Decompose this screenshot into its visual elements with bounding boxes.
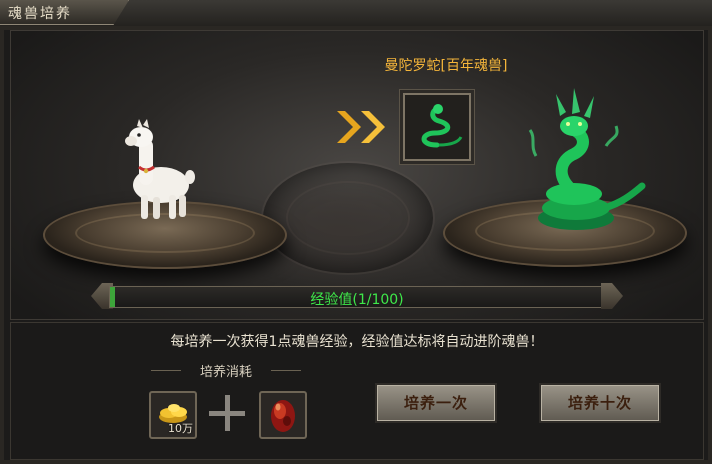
window-title: 魂兽培养: [8, 6, 72, 22]
plus-icon: [209, 395, 245, 431]
target-beast-portrait[interactable]: [403, 93, 471, 161]
cost-slot-egg[interactable]: [259, 391, 307, 439]
evolve-arrows-icon: [337, 111, 385, 143]
vortex-inner-decoration: [286, 181, 410, 255]
train-ten-times-button[interactable]: 培养十次: [539, 383, 661, 423]
snake-portrait-icon: [421, 104, 463, 148]
exp-bar-right-cap: [601, 283, 623, 309]
red-egg-icon: [271, 400, 295, 432]
gold-cost-quantity: 10万: [168, 422, 193, 435]
training-scene: 曼陀罗蛇[百年魂兽] 经验值(1/100): [10, 30, 704, 320]
cost-title-line-right: [271, 370, 301, 371]
target-beast-name: 曼陀罗蛇[百年魂兽]: [384, 58, 508, 74]
beast-training-window: 魂兽培养 曼陀罗蛇[百年魂兽] 经验值(1/100) 每培养一次获得1点魂兽经验…: [0, 0, 712, 464]
cost-title-wrap: 培养消耗: [151, 361, 301, 380]
experience-bar: 经验值(1/100): [109, 286, 605, 308]
alpaca-beast-model: [125, 119, 195, 219]
title-bar: 魂兽培养: [0, 0, 712, 27]
training-panel: 每培养一次获得1点魂兽经验，经验值达标将自动进阶魂兽！ 培养消耗 10万 培养一…: [10, 322, 704, 460]
mandala-snake-beast-model: [528, 88, 646, 230]
experience-label: 经验值(1/100): [310, 292, 404, 308]
cost-slot-gold[interactable]: 10万: [149, 391, 197, 439]
train-once-button[interactable]: 培养一次: [375, 383, 497, 423]
training-hint-text: 每培养一次获得1点魂兽经验，经验值达标将自动进阶魂兽！: [170, 334, 544, 350]
title-plate: 魂兽培养: [0, 0, 129, 25]
